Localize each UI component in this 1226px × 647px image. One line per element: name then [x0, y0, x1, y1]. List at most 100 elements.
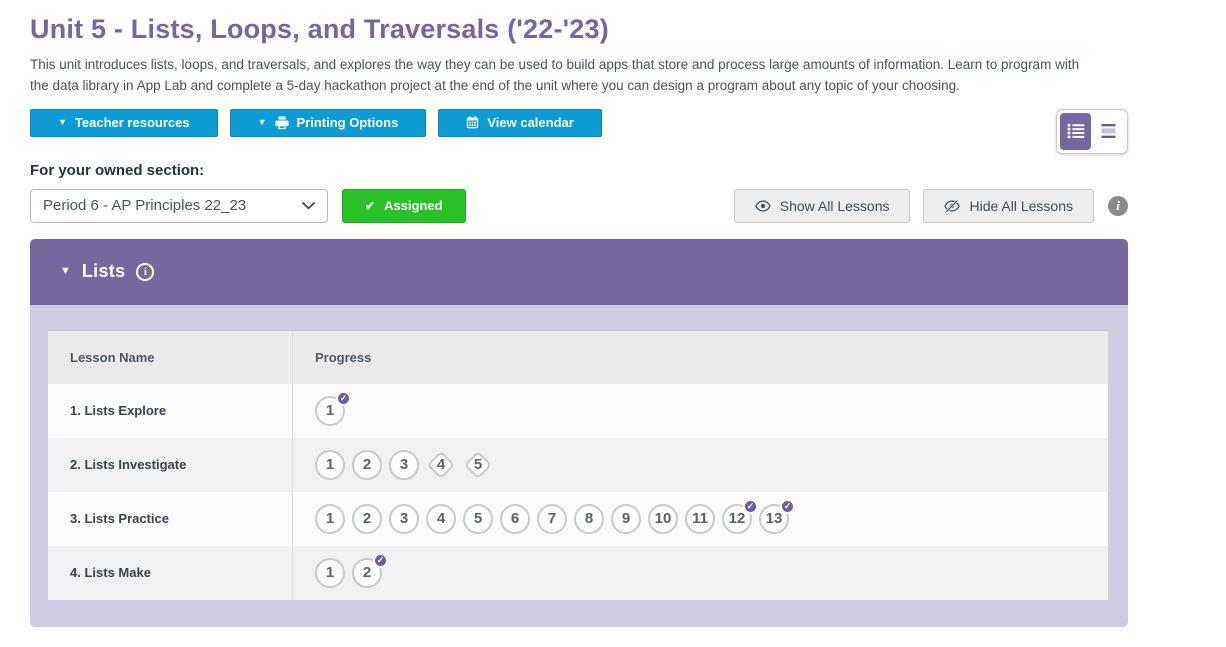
lesson-table: Lesson Name Progress 1. Lists Explore1✓2… — [48, 330, 1108, 600]
level-number: 1 — [326, 402, 334, 419]
level-number: 4 — [437, 456, 445, 473]
progress-cell: 1 2 3 4 5 — [293, 438, 1108, 492]
lesson-name-cell: 3. Lists Practice — [48, 492, 293, 546]
caret-down-icon: ▼ — [60, 266, 71, 277]
completed-check-badge: ✓ — [743, 499, 758, 514]
level-bubble[interactable]: 6 — [500, 504, 530, 534]
teacher-resources-button[interactable]: ▼ Teacher resources — [30, 109, 218, 137]
level-number: 8 — [585, 510, 593, 527]
table-row: 4. Lists Make 1 2✓ — [48, 546, 1108, 600]
level-bubble[interactable]: 2✓ — [352, 558, 382, 588]
lesson-group-header[interactable]: ▼ Lists i — [30, 239, 1128, 305]
level-bubble[interactable]: 4 — [426, 450, 456, 480]
eye-icon — [755, 200, 771, 212]
level-number: 10 — [655, 510, 672, 527]
printing-options-label: Printing Options — [297, 115, 399, 130]
level-bubble[interactable]: 3 — [389, 504, 419, 534]
list-view-button[interactable] — [1060, 113, 1091, 150]
level-bubble[interactable]: 5 — [463, 450, 493, 480]
column-header-lesson-name: Lesson Name — [48, 331, 293, 384]
printing-options-button[interactable]: ▼ Printing Options — [230, 109, 427, 137]
section-select-value: Period 6 - AP Principles 22_23 — [43, 197, 246, 214]
level-number: 6 — [511, 510, 519, 527]
group-info-icon[interactable]: i — [136, 263, 154, 281]
level-number: 7 — [548, 510, 556, 527]
lesson-table-header: Lesson Name Progress — [48, 331, 1108, 384]
level-number: 5 — [474, 456, 482, 473]
level-number: 4 — [437, 510, 445, 527]
page-title: Unit 5 - Lists, Loops, and Traversals ('… — [30, 14, 1226, 45]
show-all-lessons-button[interactable]: Show All Lessons — [734, 189, 911, 223]
calendar-icon — [466, 116, 479, 129]
lesson-name-link[interactable]: 2. Lists Investigate — [70, 457, 186, 472]
assigned-button[interactable]: ✔ Assigned — [342, 189, 466, 223]
table-row: 1. Lists Explore 1✓ — [48, 384, 1108, 438]
lesson-table-body: 1. Lists Explore1✓2. Lists Investigate12… — [48, 384, 1108, 600]
column-header-progress: Progress — [293, 331, 1108, 384]
printer-icon — [275, 116, 289, 130]
level-number: 3 — [400, 456, 408, 473]
toolbar: ▼ Teacher resources ▼ Printing Options V… — [30, 109, 1128, 154]
level-bubble[interactable]: 2 — [352, 450, 382, 480]
view-calendar-button[interactable]: View calendar — [438, 109, 601, 137]
hide-all-lessons-button[interactable]: Hide All Lessons — [923, 189, 1094, 223]
lesson-name-cell: 1. Lists Explore — [48, 384, 293, 438]
level-number: 5 — [474, 510, 482, 527]
completed-check-badge: ✓ — [780, 499, 795, 514]
hide-all-lessons-label: Hide All Lessons — [969, 198, 1073, 214]
check-icon: ✔ — [365, 199, 375, 213]
level-bubble[interactable]: 12✓ — [722, 504, 752, 534]
level-number: 1 — [326, 456, 334, 473]
level-bubble[interactable]: 9 — [611, 504, 641, 534]
level-number: 1 — [326, 564, 334, 581]
level-bubble[interactable]: 7 — [537, 504, 567, 534]
table-row: 3. Lists Practice123456789101112✓13✓ — [48, 492, 1108, 546]
list-view-icon — [1067, 123, 1085, 139]
level-bubble[interactable]: 1✓ — [315, 396, 345, 426]
detail-view-button[interactable] — [1093, 113, 1124, 150]
lesson-name-link[interactable]: 1. Lists Explore — [70, 403, 166, 418]
info-icon[interactable]: i — [1108, 196, 1128, 216]
assigned-label: Assigned — [384, 198, 443, 213]
lesson-group-body: Lesson Name Progress 1. Lists Explore1✓2… — [30, 305, 1128, 627]
lesson-group-card: ▼ Lists i Lesson Name Progress 1. Lists … — [30, 239, 1128, 627]
table-row: 2. Lists Investigate 1 2 3 4 5 — [48, 438, 1108, 492]
lesson-name-link[interactable]: 4. Lists Make — [70, 565, 151, 580]
lesson-visibility-controls: Show All Lessons Hide All Lessons i — [721, 189, 1128, 223]
caret-down-icon: ▼ — [58, 118, 67, 127]
level-number: 2 — [363, 564, 371, 581]
progress-cell: 1 2✓ — [293, 546, 1108, 600]
level-bubble[interactable]: 8 — [574, 504, 604, 534]
owned-section-label: For your owned section: — [30, 162, 1226, 179]
level-number: 1 — [326, 510, 334, 527]
completed-check-badge: ✓ — [336, 391, 351, 406]
unit-overview-page: Unit 5 - Lists, Loops, and Traversals ('… — [0, 0, 1226, 627]
teacher-resources-label: Teacher resources — [75, 115, 190, 130]
level-bubble[interactable]: 2 — [352, 504, 382, 534]
level-bubble[interactable]: 1 — [315, 450, 345, 480]
level-bubble[interactable]: 11 — [685, 504, 715, 534]
lesson-name-link[interactable]: 3. Lists Practice — [70, 511, 169, 526]
level-bubble[interactable]: 13✓ — [759, 504, 789, 534]
level-bubble[interactable]: 3 — [389, 450, 419, 480]
completed-check-badge: ✓ — [373, 553, 388, 568]
progress-cell: 1✓ — [293, 384, 1108, 438]
level-bubble[interactable]: 4 — [426, 504, 456, 534]
section-controls: Period 6 - AP Principles 22_23 ✔ Assigne… — [30, 189, 1128, 223]
eye-slash-icon — [944, 200, 960, 212]
level-bubble[interactable]: 5 — [463, 504, 493, 534]
level-bubble[interactable]: 10 — [648, 504, 678, 534]
level-number: 9 — [622, 510, 630, 527]
view-calendar-label: View calendar — [487, 115, 573, 130]
level-bubble[interactable]: 1 — [315, 558, 345, 588]
lesson-group-title: Lists — [82, 261, 126, 282]
caret-down-icon: ▼ — [258, 118, 267, 127]
level-number: 11 — [692, 510, 708, 527]
section-select[interactable]: Period 6 - AP Principles 22_23 — [30, 189, 328, 223]
chevron-down-icon — [302, 202, 315, 210]
level-bubble[interactable]: 1 — [315, 504, 345, 534]
unit-description: This unit introduces lists, loops, and t… — [30, 55, 1082, 97]
level-number: 2 — [363, 456, 371, 473]
progress-cell: 123456789101112✓13✓ — [293, 492, 1108, 546]
level-number: 13 — [766, 510, 783, 527]
